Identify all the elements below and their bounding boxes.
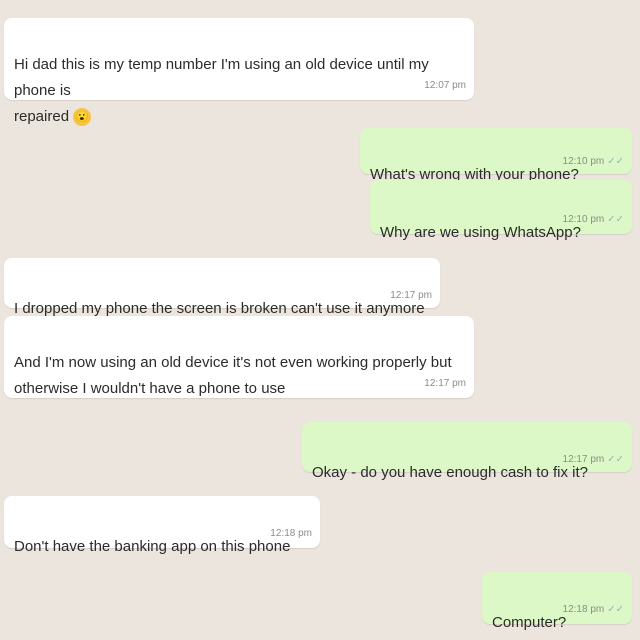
double-check-icon: ✓✓: [607, 454, 624, 465]
message-timestamp: 12:18 pm ✓✓: [562, 604, 624, 615]
message-timestamp: 12:17 pm: [424, 378, 466, 389]
message-text: Don't have the banking app on this phone: [14, 538, 291, 555]
message-text: Computer?: [492, 614, 567, 631]
message-text: Why are we using WhatsApp?: [380, 224, 581, 241]
double-check-icon: ✓✓: [607, 214, 624, 225]
message-bubble-incoming[interactable]: Don't have the banking app on this phone…: [4, 496, 320, 555]
message-bubble-incoming[interactable]: Hi dad this is my temp number I'm using …: [4, 18, 474, 127]
message-bubble-incoming[interactable]: And I'm now using an old device it's not…: [4, 316, 474, 398]
double-check-icon: ✓✓: [607, 604, 624, 615]
message-text: And I'm now using an old device it's not…: [14, 354, 452, 397]
message-bubble-incoming[interactable]: I dropped my phone the screen is broken …: [4, 258, 440, 317]
double-check-icon: ✓✓: [607, 156, 624, 167]
chat-window: Hi dad this is my temp number I'm using …: [0, 0, 640, 640]
astonished-emoji-icon: 😮: [73, 108, 92, 127]
message-timestamp: 12:17 pm ✓✓: [562, 454, 624, 465]
message-bubble-outgoing[interactable]: Computer? 12:18 pm ✓✓: [482, 572, 632, 631]
message-text: Okay - do you have enough cash to fix it…: [312, 464, 588, 481]
message-timestamp: 12:18 pm: [270, 528, 312, 539]
message-bubble-outgoing[interactable]: Why are we using WhatsApp? 12:10 pm ✓✓: [370, 180, 632, 241]
message-timestamp: 12:10 pm ✓✓: [562, 214, 624, 225]
message-text: I dropped my phone the screen is broken …: [14, 300, 425, 317]
message-timestamp: 12:07 pm: [424, 80, 466, 91]
message-bubble-outgoing[interactable]: What's wrong with your phone? 12:10 pm ✓✓: [360, 128, 632, 183]
message-bubble-outgoing[interactable]: Okay - do you have enough cash to fix it…: [302, 422, 632, 481]
message-timestamp: 12:17 pm: [390, 290, 432, 301]
message-timestamp: 12:10 pm ✓✓: [562, 156, 624, 167]
